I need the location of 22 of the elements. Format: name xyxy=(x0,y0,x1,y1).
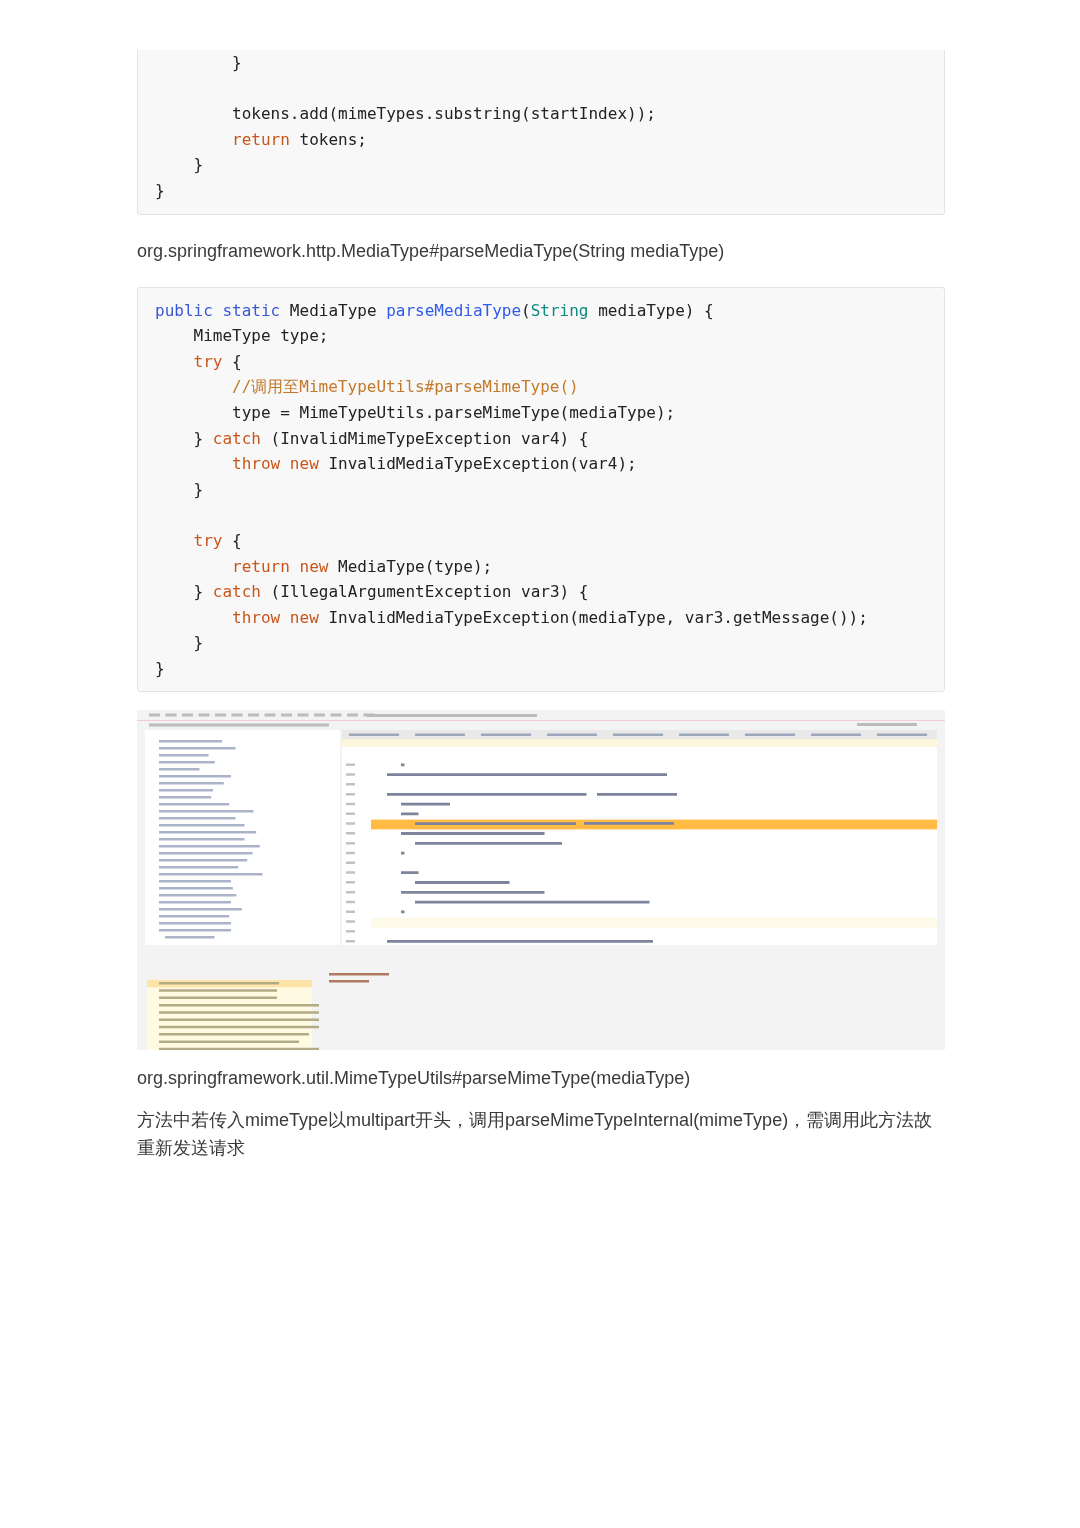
code-line: } catch (InvalidMimeTypeException var4) { xyxy=(192,427,589,450)
paragraph: 方法中若传入mimeType以multipart开头，调用parseMimeTypeInternal(mimeType)，需调用此方法故重新发送请求 xyxy=(137,1109,934,1161)
code-line: try { xyxy=(192,350,242,373)
code-line: return new MediaType(type); xyxy=(231,555,493,578)
code-line: return tokens; xyxy=(231,128,367,151)
code-line: //调用至MimeTypeUtils#parseMimeType() xyxy=(231,376,579,399)
code-line: tokens.add(mimeTypes.substring(startIndex)); xyxy=(231,103,656,126)
code-line: try { xyxy=(192,529,242,552)
code-line: } xyxy=(192,632,204,655)
caption: org.springframework.http.MediaType#parseMediaType(String mediaType) xyxy=(137,239,725,263)
code-line: } xyxy=(231,52,242,74)
code-line: throw new InvalidMediaTypeException(var4); xyxy=(231,453,637,476)
code-line: } xyxy=(155,657,165,680)
caption: org.springframework.util.MimeTypeUtils#parseMimeType(mediaType) xyxy=(137,1067,691,1091)
code-line: } xyxy=(155,179,165,202)
code-line: } catch (IllegalArgumentException var3) { xyxy=(192,581,589,604)
code-line: MimeType type; xyxy=(192,325,329,348)
code-line: } xyxy=(192,154,204,177)
code-line: public static MediaType parseMediaType(String mediaType) { xyxy=(155,299,714,322)
code-line: type = MimeTypeUtils.parseMimeType(mediaType); xyxy=(231,401,676,424)
code-line: throw new InvalidMediaTypeException(mediaType, var3.getMessage()); xyxy=(231,606,868,629)
code-line: } xyxy=(192,478,204,501)
